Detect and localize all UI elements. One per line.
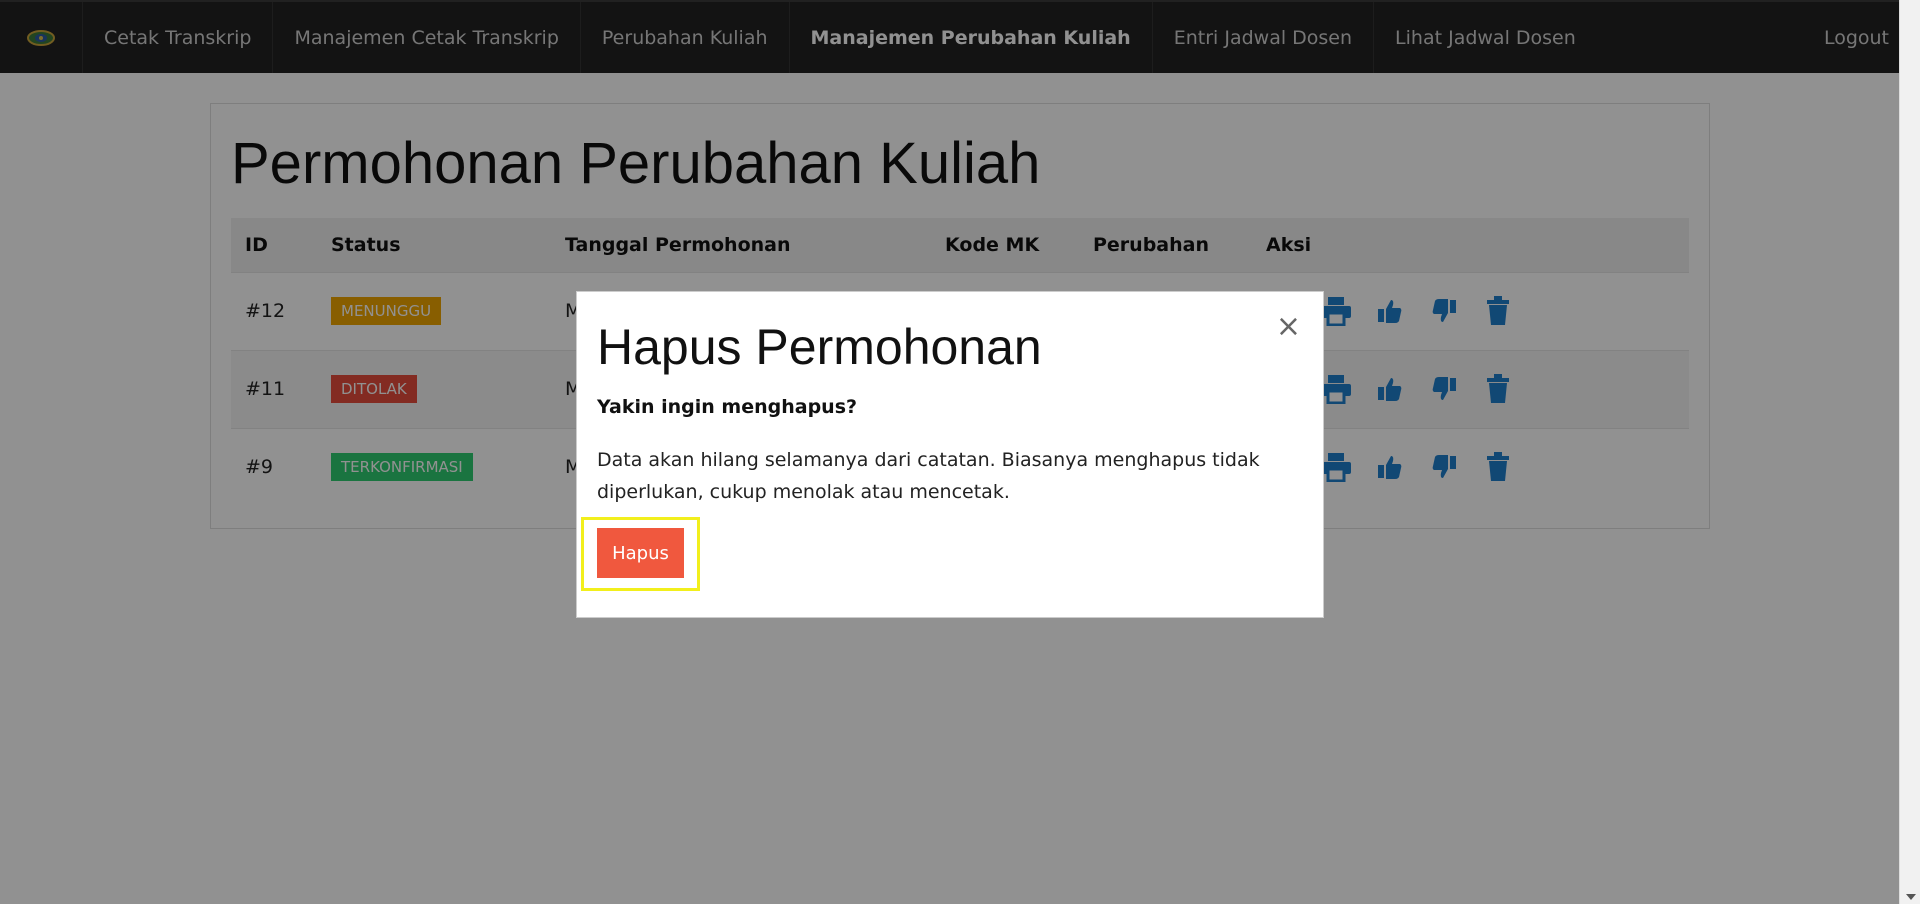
delete-modal: Hapus Permohonan × Yakin ingin menghapus… bbox=[576, 291, 1324, 618]
close-icon[interactable]: × bbox=[1276, 312, 1301, 342]
page-scrollbar[interactable] bbox=[1899, 0, 1920, 904]
confirm-delete-button[interactable]: Hapus bbox=[597, 528, 684, 578]
modal-message: Data akan hilang selamanya dari catatan.… bbox=[597, 449, 1260, 503]
scroll-down-arrow-icon[interactable] bbox=[1906, 894, 1916, 900]
modal-question: Yakin ingin menghapus? bbox=[597, 396, 858, 418]
modal-title: Hapus Permohonan bbox=[597, 319, 1042, 375]
